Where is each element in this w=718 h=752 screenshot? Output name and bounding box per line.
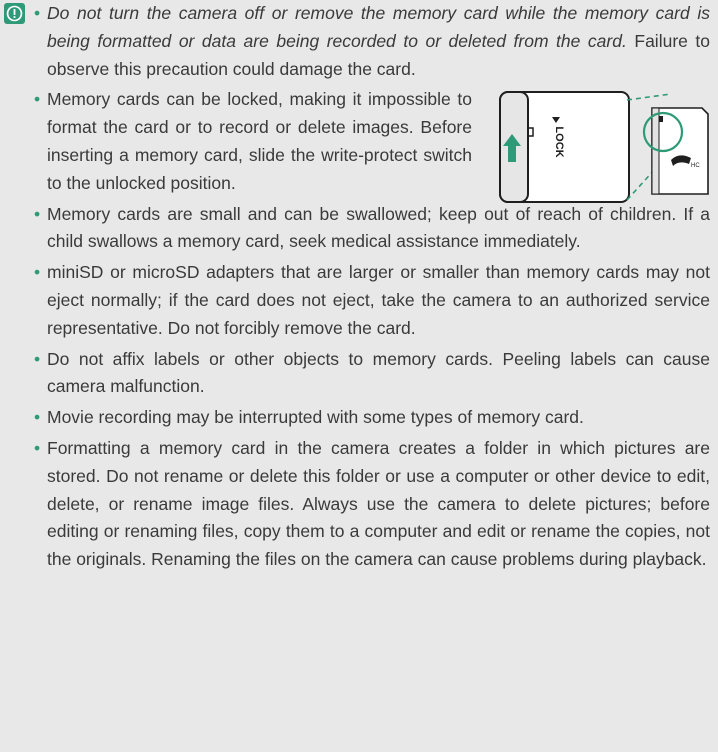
warning-emphasis: Do not turn the camera off or remove the…: [47, 3, 710, 51]
list-item: Formatting a memory card in the camera c…: [34, 435, 710, 574]
list-item: Movie recording may be interrupted with …: [34, 404, 710, 432]
caution-notice: Do not turn the camera off or remove the…: [0, 0, 718, 752]
list-item: miniSD or microSD adapters that are larg…: [34, 259, 710, 342]
caution-icon: [4, 3, 25, 24]
list-item: Do not affix labels or other objects to …: [34, 346, 710, 402]
svg-text:HC: HC: [691, 163, 700, 169]
lock-note-text: Memory cards can be locked, making it im…: [47, 89, 472, 193]
list-item: Memory cards can be locked, making it im…: [34, 86, 710, 204]
list-item: Memory cards are small and can be swallo…: [34, 201, 710, 257]
write-protect-illustration: LOCK HC: [499, 91, 709, 204]
lock-label: LOCK: [553, 127, 565, 158]
list-item: Do not turn the camera off or remove the…: [34, 0, 710, 83]
caution-list: Do not turn the camera off or remove the…: [34, 0, 710, 577]
